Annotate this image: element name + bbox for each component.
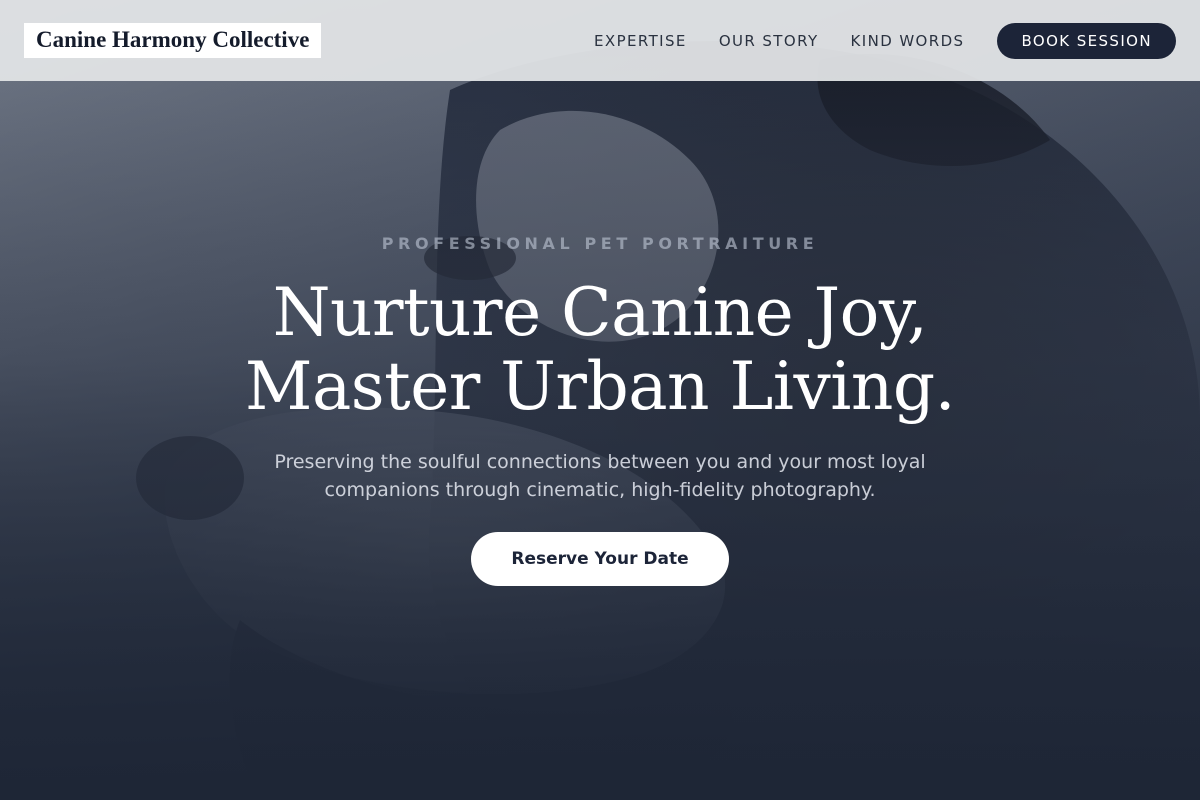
hero-headline: Nurture Canine Joy, Master Urban Living. xyxy=(0,276,1200,424)
brand-logo[interactable]: Canine Harmony Collective xyxy=(24,23,322,58)
reserve-date-button[interactable]: Reserve Your Date xyxy=(471,532,729,586)
primary-nav: EXPERTISE OUR STORY KIND WORDS BOOK SESS… xyxy=(594,22,1176,59)
hero-content: PROFESSIONAL PET PORTRAITURE Nurture Can… xyxy=(0,232,1200,586)
hero-subtitle: Preserving the soulful connections betwe… xyxy=(274,451,926,501)
top-navbar: Canine Harmony Collective EXPERTISE OUR … xyxy=(0,0,1200,81)
hero-eyebrow: PROFESSIONAL PET PORTRAITURE xyxy=(381,234,819,253)
nav-link-our-story[interactable]: OUR STORY xyxy=(719,32,819,50)
nav-link-expertise[interactable]: EXPERTISE xyxy=(594,32,687,50)
book-session-button[interactable]: BOOK SESSION xyxy=(997,22,1176,59)
nav-link-kind-words[interactable]: KIND WORDS xyxy=(851,32,965,50)
hero-headline-line-1: Nurture Canine Joy, xyxy=(272,274,928,351)
hero-headline-line-2: Master Urban Living. xyxy=(244,348,956,425)
